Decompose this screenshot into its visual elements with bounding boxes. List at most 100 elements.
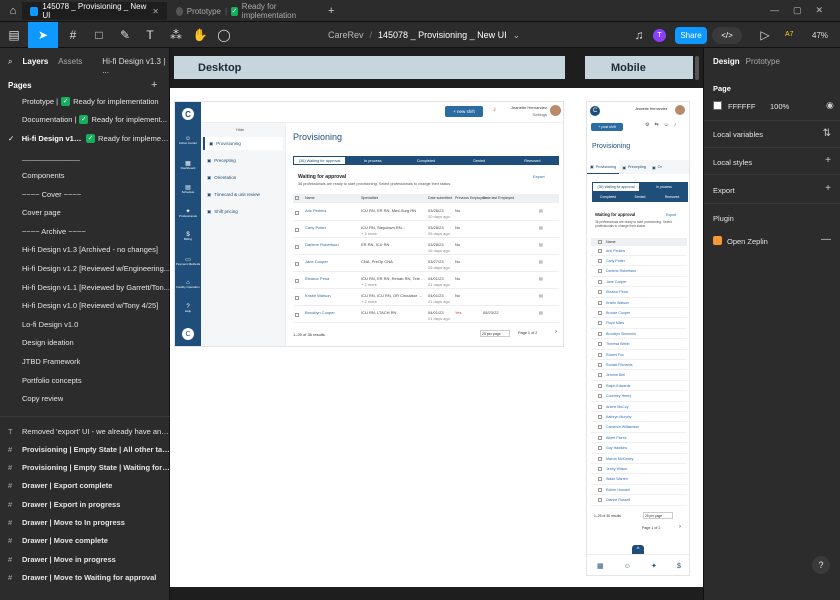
column-header[interactable]: Date submitted	[428, 196, 452, 200]
table-row[interactable]: Darlene Robertson ER RN, ICU RN 03/28/23 26…	[293, 239, 559, 255]
page-item[interactable]: ~~~~ Cover ~~~~	[0, 185, 170, 203]
main-menu-icon[interactable]: ▤	[4, 22, 24, 48]
ai-label[interactable]: A7	[785, 31, 794, 38]
professional-name[interactable]: Esther Howard	[606, 488, 630, 492]
comment-tool-icon[interactable]: ◯	[214, 22, 234, 48]
dollar-icon[interactable]: $	[677, 563, 681, 570]
chevron-down-icon[interactable]: ⌄	[513, 30, 521, 41]
desktop-frame[interactable]: C ☺ Action Center ▦ Dashboard ▤ Schedule ✦ Prof…	[174, 101, 564, 347]
page-item[interactable]: Hi-fi Design v1.3 [Archived - no changes…	[0, 241, 170, 259]
table-row[interactable]: Aric Perkins ICU RN, ER RN, Med-Surg RN 03…	[293, 205, 559, 221]
professional-name[interactable]: Carly Potter	[305, 225, 357, 230]
row-checkbox[interactable]	[598, 342, 602, 347]
list-item[interactable]: Jerome Bell	[591, 371, 687, 381]
list-item[interactable]: Kristin Watson	[591, 298, 687, 308]
avatar[interactable]	[675, 105, 685, 115]
notes-icon[interactable]: ▤	[539, 310, 543, 315]
row-checkbox[interactable]	[295, 312, 299, 317]
list-item[interactable]: Courtney Henry	[591, 392, 687, 402]
new-shift-button[interactable]: + new shift	[445, 106, 483, 117]
list-item[interactable]: Theresa Webb	[591, 340, 687, 350]
eye-icon[interactable]: ◉	[826, 100, 834, 111]
row-checkbox[interactable]	[295, 261, 299, 266]
professional-name[interactable]: Robert Fox	[606, 353, 624, 357]
sidebar-item[interactable]: ✦ Professionals	[175, 208, 201, 219]
hide-toggle[interactable]: Hide	[236, 127, 244, 132]
status-tab[interactable]: Denied	[624, 192, 656, 202]
list-item[interactable]: Albert Flores	[591, 433, 687, 444]
list-item[interactable]: Jenny Wilson	[591, 464, 687, 475]
row-checkbox[interactable]	[598, 290, 602, 295]
tab-layers[interactable]: Layers	[22, 57, 48, 75]
professional-name[interactable]: Brooke Cooper	[606, 311, 630, 315]
zoom-level[interactable]: 47%	[812, 31, 828, 40]
page-item[interactable]: Hi-fi Design v1.1 [Reviewed by Garrett/T…	[0, 278, 170, 296]
row-checkbox[interactable]	[598, 331, 602, 336]
mobile-subnav-tab[interactable]: ▣ Or	[649, 160, 665, 174]
calendar-icon[interactable]: ▦	[597, 562, 604, 570]
professional-name[interactable]: Courtney Henry	[606, 394, 631, 398]
list-item[interactable]: Brooklyn Simmons	[591, 329, 687, 340]
status-tab[interactable]: (36) Waiting for approval	[592, 182, 640, 192]
professional-name[interactable]: Guy Hawkins	[606, 446, 627, 450]
professional-name[interactable]: Floyd Miles	[606, 321, 624, 325]
status-tab[interactable]: In process	[346, 156, 400, 165]
professional-name[interactable]: Carly Potter	[606, 259, 625, 263]
list-item[interactable]: Marvin McKinney	[591, 454, 687, 464]
next-page-icon[interactable]: ›	[555, 329, 557, 335]
page-color-swatch[interactable]	[713, 101, 722, 110]
next-page-icon[interactable]: ›	[679, 524, 681, 530]
chevron-up-icon[interactable]: ^	[632, 545, 644, 554]
notes-icon[interactable]: ▤	[539, 225, 543, 230]
variables-icon[interactable]: ⇅	[823, 128, 831, 139]
subnav-item[interactable]: ▣ Provisioning	[203, 137, 283, 150]
list-item[interactable]: Arlene McCoy	[591, 402, 687, 412]
plugin-name[interactable]: Open Zeplin	[727, 237, 768, 246]
status-tab[interactable]: Removed	[505, 156, 560, 165]
more-specialties[interactable]: + 2 more	[361, 282, 377, 287]
row-checkbox[interactable]	[295, 295, 299, 300]
list-item[interactable]: Ralph Edwards	[591, 381, 687, 392]
row-checkbox[interactable]	[598, 383, 602, 388]
professional-name[interactable]: Brooklyn Simmons	[606, 332, 636, 336]
table-row[interactable]: Eleanor Pena ICU RN, ER RN, Rehab RN, Tel…	[293, 273, 559, 289]
sidebar-item[interactable]: ? Help	[175, 304, 201, 314]
status-tab[interactable]: Completed	[399, 156, 453, 165]
professional-name[interactable]: Jane Cooper	[606, 280, 627, 284]
list-item[interactable]: Kathryn Murphy	[591, 412, 687, 423]
professional-name[interactable]: Darlene Robertson	[606, 269, 636, 273]
layer-item[interactable]: # Drawer | Export complete	[0, 477, 170, 495]
breadcrumb-team[interactable]: CareRev	[328, 30, 364, 41]
new-tab-button[interactable]: +	[320, 2, 336, 20]
mobile-header-icons[interactable]: ⚙⇆☺♪	[645, 122, 681, 128]
subnav-item[interactable]: ▣ Precepting	[203, 154, 283, 167]
column-header[interactable]: Previous Employee	[455, 196, 486, 200]
list-item[interactable]: Cameron Williamson	[591, 423, 687, 433]
window-controls[interactable]: —▢✕	[770, 5, 837, 16]
row-checkbox[interactable]	[295, 210, 299, 215]
page-item[interactable]: Copy review	[0, 390, 170, 408]
layer-item[interactable]: # Drawer | Move to In progress	[0, 514, 170, 532]
avatar[interactable]: T	[653, 29, 666, 42]
table-row[interactable]: Kristin Watson ICU RN, ICU RN, OR Circula…	[293, 290, 559, 306]
sidebar-item[interactable]: ▦ Dashboard	[175, 160, 201, 171]
notes-icon[interactable]: ▤	[539, 208, 543, 213]
professional-name[interactable]: Brooklyn Cooper	[305, 310, 357, 315]
page-item[interactable]: Lo-fi Design v1.0	[0, 315, 170, 333]
tab-assets[interactable]: Assets	[58, 57, 82, 75]
list-item[interactable]: Dianne Russell	[591, 496, 687, 506]
status-tab[interactable]: Denied	[452, 156, 506, 165]
page-item[interactable]: Portfolio concepts	[0, 371, 170, 389]
sidebar-item[interactable]: ▤ Schedule	[175, 184, 201, 195]
professional-name[interactable]: Darlene Robertson	[305, 242, 357, 247]
professional-name[interactable]: Eleanor Pena	[305, 276, 357, 281]
subnav-item[interactable]: ▣ Timecard & unit review	[203, 188, 283, 201]
professional-name[interactable]: Albert Flores	[606, 436, 626, 440]
professional-name[interactable]: Jenny Wilson	[606, 467, 627, 471]
text-tool-icon[interactable]: T	[140, 22, 160, 48]
notes-icon[interactable]: ▤	[539, 242, 543, 247]
user-settings[interactable]: Settings	[507, 112, 547, 117]
page-item[interactable]: Design ideation	[0, 334, 170, 352]
list-item[interactable]: Darlene Robertson	[591, 267, 687, 277]
row-checkbox[interactable]	[598, 435, 602, 440]
